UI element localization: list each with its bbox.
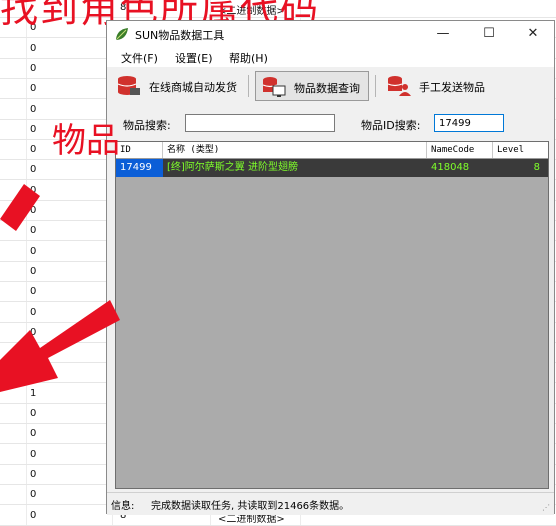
background-cell: 1 xyxy=(30,387,37,399)
background-cell: 0 xyxy=(30,428,37,440)
background-cell: 0 xyxy=(30,225,37,237)
background-cell: 0 xyxy=(30,286,37,298)
tool-manual-send-item[interactable]: 手工发送物品 xyxy=(381,71,491,101)
database-cart-icon xyxy=(117,76,140,95)
item-search-input[interactable] xyxy=(185,114,335,132)
background-cell: 0 xyxy=(30,408,37,419)
cell-namecode[interactable]: 418048 xyxy=(427,159,493,177)
resize-grip-icon[interactable]: ⋰ xyxy=(542,503,551,512)
background-cell: 0 xyxy=(30,347,37,359)
menu-file[interactable]: 文件(F) xyxy=(121,50,158,66)
background-cell: 0 xyxy=(30,448,37,460)
status-text: 完成数据读取任务, 共读取到21466条数据。 xyxy=(151,501,350,512)
cell-level[interactable]: 8 xyxy=(493,159,548,177)
maximize-button[interactable]: ☐ xyxy=(467,21,511,47)
background-cell: 0 xyxy=(30,103,37,115)
item-data-grid[interactable]: ID 名称 (类型) NameCode Level 17499 [终]阿尔萨斯之… xyxy=(115,141,549,489)
tool-online-mall-shipping[interactable]: 在线商城自动发货 xyxy=(111,71,241,101)
status-label: 信息: xyxy=(111,501,135,512)
column-header-level[interactable]: Level xyxy=(493,142,548,158)
tool-label: 物品数据查询 xyxy=(294,82,360,95)
background-cell: 0 xyxy=(30,62,37,74)
column-header-id[interactable]: ID xyxy=(116,142,163,158)
table-row[interactable]: 17499 [终]阿尔萨斯之翼 进阶型翅膀 418048 8 xyxy=(116,159,548,177)
background-cell: 0 xyxy=(30,123,37,135)
column-header-name[interactable]: 名称 (类型) xyxy=(163,142,427,158)
window-title: SUN物品数据工具 xyxy=(135,29,225,42)
tool-label: 在线商城自动发货 xyxy=(149,81,237,94)
background-cell: 0 xyxy=(30,184,37,196)
sun-item-tool-window: SUN物品数据工具 — ☐ ✕ 文件(F) 设置(E) 帮助(H) 在线商城自动… xyxy=(106,20,555,515)
toolbar: 在线商城自动发货 物品数据查询 手工发送物品 xyxy=(107,67,554,105)
menu-bar: 文件(F) 设置(E) 帮助(H) xyxy=(107,47,554,67)
cell-id[interactable]: 17499 xyxy=(116,159,163,177)
item-id-search-input[interactable] xyxy=(434,114,504,132)
background-cell: 0 xyxy=(30,144,37,156)
tool-label: 手工发送物品 xyxy=(419,81,485,94)
item-id-search-label: 物品ID搜索: xyxy=(361,119,421,132)
background-cell: 0 xyxy=(30,265,37,277)
annotation-label: 物品 xyxy=(52,121,120,161)
cell-name[interactable]: [终]阿尔萨斯之翼 进阶型翅膀 xyxy=(163,159,427,177)
close-button[interactable]: ✕ xyxy=(511,21,555,47)
column-header-namecode[interactable]: NameCode xyxy=(427,142,493,158)
title-bar[interactable]: SUN物品数据工具 — ☐ ✕ xyxy=(107,21,554,47)
tool-item-data-query[interactable]: 物品数据查询 xyxy=(255,71,369,101)
item-search-label: 物品搜索: xyxy=(123,119,171,132)
toolbar-separator xyxy=(248,75,249,97)
toolbar-separator xyxy=(375,75,376,97)
background-cell: 0 xyxy=(30,367,37,379)
background-cell: 0 xyxy=(30,326,37,338)
app-leaf-icon xyxy=(116,28,128,40)
menu-settings[interactable]: 设置(E) xyxy=(175,50,213,66)
background-cell: 0 xyxy=(30,42,37,54)
background-cell: 0 xyxy=(30,306,37,318)
background-cell: 0 xyxy=(30,205,37,216)
background-cell: 0 xyxy=(30,164,37,176)
background-cell: 0 xyxy=(30,489,37,501)
database-user-icon xyxy=(387,76,411,96)
menu-help[interactable]: 帮助(H) xyxy=(229,50,268,66)
background-cell: 0 xyxy=(30,468,37,480)
background-cell: 0 xyxy=(30,509,37,521)
status-bar: 信息: 完成数据读取任务, 共读取到21466条数据。 ⋰ xyxy=(107,492,554,515)
minimize-button[interactable]: — xyxy=(421,21,465,47)
background-cell: 0 xyxy=(30,245,37,257)
grid-header: ID 名称 (类型) NameCode Level xyxy=(116,142,548,159)
database-monitor-icon xyxy=(262,77,286,97)
background-cell: 0 xyxy=(30,83,37,95)
